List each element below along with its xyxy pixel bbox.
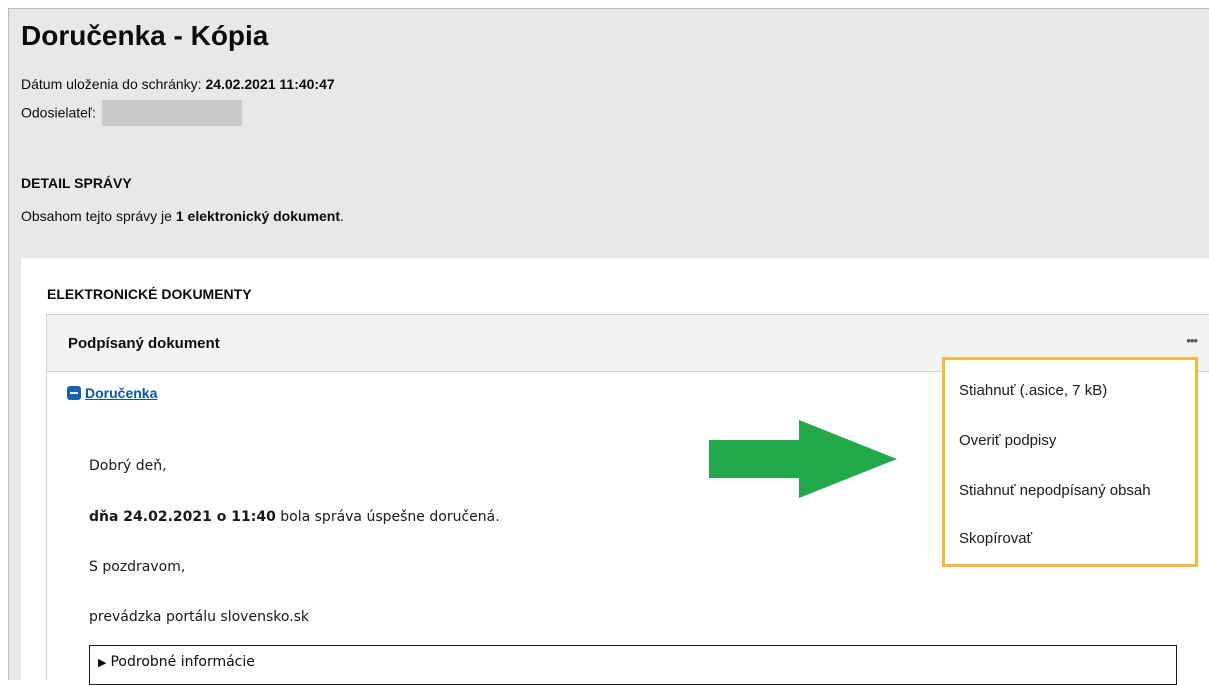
saved-date-label: Dátum uloženia do schránky:	[21, 76, 202, 92]
sender-label: Odosielateľ:	[21, 104, 96, 121]
sender-row: Odosielateľ:	[21, 100, 242, 127]
menu-item-verify-signatures[interactable]: Overiť podpisy	[959, 432, 1056, 449]
message-rest: bola správa úspešne doručená.	[275, 509, 500, 525]
page-title: Doručenka - Kópia	[21, 20, 269, 51]
document-link-label[interactable]: Doručenka	[85, 385, 157, 401]
saved-date-row: Dátum uloženia do schránky: 24.02.2021 1…	[21, 75, 335, 93]
menu-item-copy[interactable]: Skopírovať	[959, 530, 1032, 547]
arrow-right-icon	[709, 420, 897, 498]
details-toggle[interactable]: ▶ Podrobné informácie	[89, 645, 1177, 685]
sender-redacted-value	[101, 100, 242, 126]
detail-heading: DETAIL SPRÁVY	[21, 175, 132, 191]
message-greeting: Dobrý deň,	[89, 458, 167, 474]
detail-text-suffix: .	[340, 208, 344, 224]
triangle-right-icon: ▶	[98, 656, 107, 669]
saved-date-value: 24.02.2021 11:40:47	[205, 76, 335, 92]
documents-heading: ELEKTRONICKÉ DOKUMENTY	[47, 286, 252, 302]
menu-item-download-unsigned[interactable]: Stiahnuť nepodpísaný obsah	[959, 482, 1151, 499]
context-menu: Stiahnuť (.asice, 7 kB) Overiť podpisy S…	[942, 357, 1198, 567]
arrow-shape	[709, 420, 897, 498]
message-regards: S pozdravom,	[89, 559, 186, 575]
detail-text: Obsahom tejto správy je 1 elektronický d…	[21, 208, 344, 224]
detail-text-prefix: Obsahom tejto správy je	[21, 208, 176, 224]
message-body: dňa 24.02.2021 o 11:40 bola správa úspeš…	[89, 509, 500, 525]
document-card-title: Podpísaný dokument	[68, 335, 220, 352]
menu-item-download-asice[interactable]: Stiahnuť (.asice, 7 kB)	[959, 382, 1107, 399]
details-toggle-label[interactable]: Podrobné informácie	[110, 654, 254, 670]
document-link[interactable]: Doručenka	[67, 385, 157, 401]
detail-document-count: 1 elektronický dokument	[175, 208, 341, 224]
message-signature: prevádzka portálu slovensko.sk	[89, 609, 310, 625]
message-date: dňa 24.02.2021 o 11:40	[89, 509, 276, 525]
more-options-icon[interactable]: •••	[1186, 333, 1198, 348]
collapse-icon[interactable]	[67, 386, 81, 400]
